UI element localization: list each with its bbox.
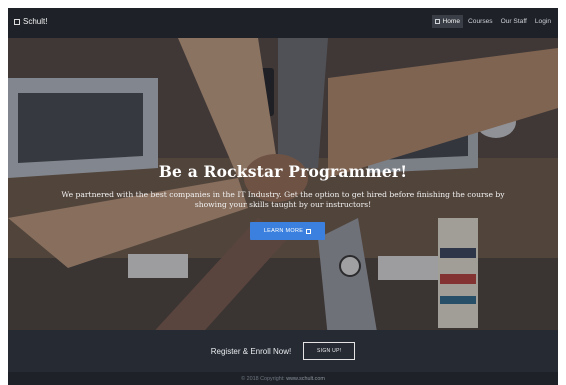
square-icon bbox=[14, 18, 20, 25]
learn-more-button[interactable]: LEARN MORE bbox=[250, 222, 325, 240]
nav-item-home[interactable]: Home bbox=[432, 15, 464, 28]
square-icon bbox=[306, 228, 312, 234]
sign-up-label: SIGN UP! bbox=[317, 348, 342, 354]
hero-title: Be a Rockstar Programmer! bbox=[158, 162, 408, 181]
hero-subtitle: We partnered with the best companies in … bbox=[61, 190, 505, 209]
nav-item-label: Our Staff bbox=[500, 18, 527, 25]
brand-logo[interactable]: Schult! bbox=[14, 17, 47, 26]
nav-item-login[interactable]: Login bbox=[532, 15, 554, 28]
nav-item-label: Home bbox=[442, 18, 461, 25]
footer-link[interactable]: www.schult.com bbox=[286, 376, 325, 382]
hero-overlay bbox=[8, 38, 558, 338]
nav-item-our-staff[interactable]: Our Staff bbox=[498, 15, 530, 28]
nav-item-label: Login bbox=[534, 18, 551, 25]
navbar: Schult! Home Courses Our Staff Login bbox=[8, 8, 558, 38]
brand-name: Schult! bbox=[23, 17, 48, 26]
nav-item-courses[interactable]: Courses bbox=[465, 15, 496, 28]
cta-text: Register & Enroll Now! bbox=[210, 346, 292, 356]
nav-item-label: Courses bbox=[468, 18, 493, 25]
cta-bar: Register & Enroll Now! SIGN UP! bbox=[8, 330, 558, 372]
nav-menu: Home Courses Our Staff Login bbox=[432, 15, 554, 28]
page-frame: Schult! Home Courses Our Staff Login Be … bbox=[8, 8, 558, 385]
footer: © 2018 Copyright: www.schult.com bbox=[8, 372, 558, 385]
square-icon bbox=[435, 19, 441, 24]
footer-copyright: © 2018 Copyright: bbox=[241, 376, 285, 382]
learn-more-label: LEARN MORE bbox=[263, 228, 304, 234]
sign-up-button[interactable]: SIGN UP! bbox=[303, 342, 356, 360]
hero-section: Be a Rockstar Programmer! We partnered w… bbox=[8, 38, 558, 338]
